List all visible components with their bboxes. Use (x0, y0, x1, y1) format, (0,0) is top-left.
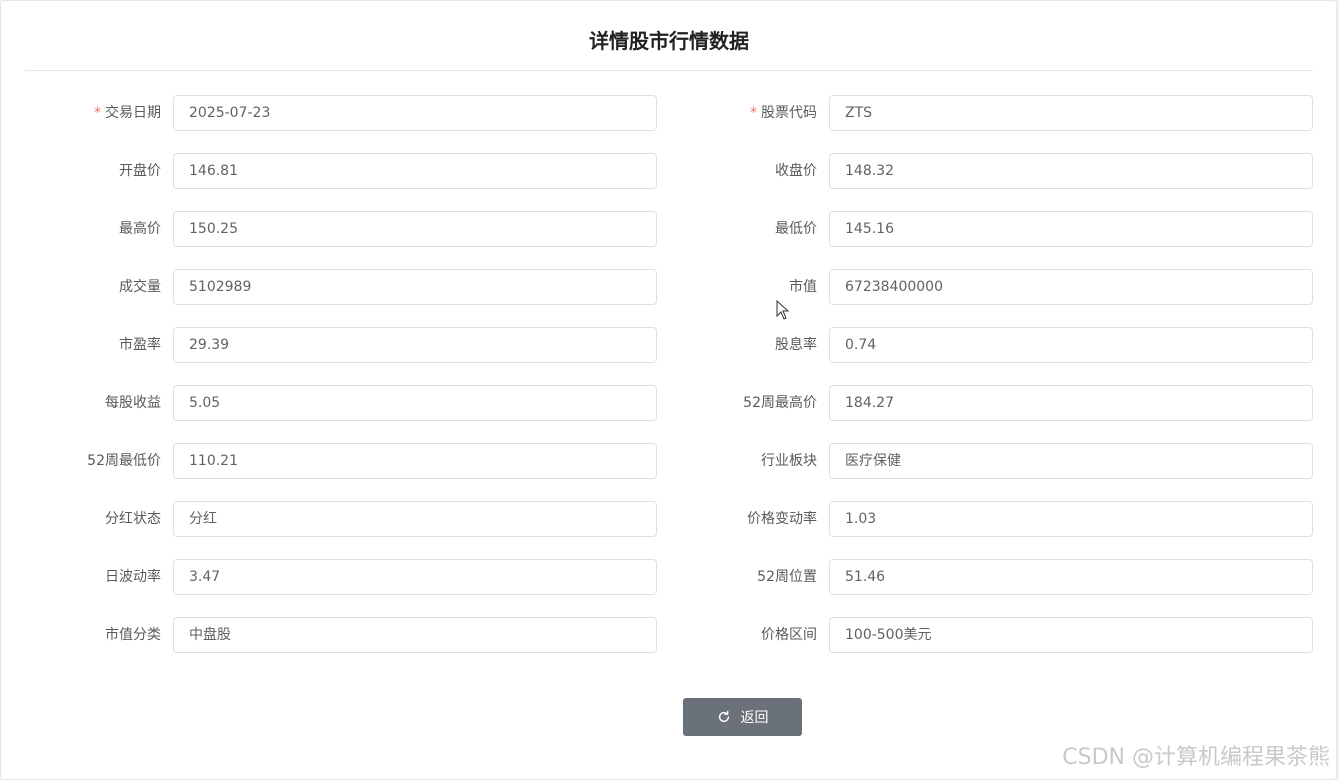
form-row: 价格变动率 1.03 (1, 501, 1313, 537)
form-row: 52周最高价 184.27 (1, 385, 1313, 421)
form-row: 市值 67238400000 (1, 269, 1313, 305)
form-row: 价格区间 100-500美元 (1, 617, 1313, 653)
field-input[interactable]: ZTS (829, 95, 1313, 131)
field-label: 价格区间 (657, 617, 817, 653)
field-input[interactable]: 184.27 (829, 385, 1313, 421)
field-label: 市值 (657, 269, 817, 305)
dialog-title: 详情股市行情数据 (589, 29, 749, 53)
field-label-text: 市值 (789, 279, 817, 295)
refresh-icon (718, 710, 729, 723)
form-row: 52周位置 51.46 (1, 559, 1313, 595)
back-button-label: 返回 (740, 710, 769, 726)
field-label-text: 行业板块 (761, 453, 817, 469)
field-label: 最低价 (657, 211, 817, 247)
dialog-header: 详情股市行情数据 (25, 1, 1313, 71)
field-input[interactable]: 医疗保健 (829, 443, 1313, 479)
field-input[interactable]: 1.03 (829, 501, 1313, 537)
field-label: 股息率 (657, 327, 817, 363)
field-label-text: 股票代码 (761, 105, 817, 121)
field-input[interactable]: 51.46 (829, 559, 1313, 595)
field-label-text: 价格区间 (761, 627, 817, 643)
field-input[interactable]: 67238400000 (829, 269, 1313, 305)
field-label-text: 股息率 (775, 337, 817, 353)
detail-dialog: 详情股市行情数据 * 交易日期 2025-07-23 开盘价 146.81 最高价 150.… (0, 0, 1337, 780)
field-label-text: 收盘价 (775, 163, 817, 179)
field-label-text: 52周位置 (757, 569, 817, 585)
field-label-text: 价格变动率 (747, 511, 817, 527)
field-label-text: 52周最高价 (743, 395, 817, 411)
field-input[interactable]: 148.32 (829, 153, 1313, 189)
field-label: 价格变动率 (657, 501, 817, 537)
field-label: 52周最高价 (657, 385, 817, 421)
field-input[interactable]: 100-500美元 (829, 617, 1313, 653)
form-row: 行业板块 医疗保健 (1, 443, 1313, 479)
back-button[interactable]: 返回 (683, 698, 802, 736)
field-label-text: 最低价 (775, 221, 817, 237)
field-label: 行业板块 (657, 443, 817, 479)
form-row: * 股票代码 ZTS (1, 95, 1313, 131)
field-label: * 股票代码 (657, 95, 817, 131)
field-label: 收盘价 (657, 153, 817, 189)
mouse-pointer-icon (776, 300, 790, 320)
watermark: CSDN @计算机编程果茶熊 (1062, 745, 1330, 770)
form-row: 最低价 145.16 (1, 211, 1313, 247)
form-row: 收盘价 148.32 (1, 153, 1313, 189)
field-input[interactable]: 0.74 (829, 327, 1313, 363)
field-label: 52周位置 (657, 559, 817, 595)
required-mark: * (750, 105, 757, 121)
field-input[interactable]: 145.16 (829, 211, 1313, 247)
form-row: 股息率 0.74 (1, 327, 1313, 363)
